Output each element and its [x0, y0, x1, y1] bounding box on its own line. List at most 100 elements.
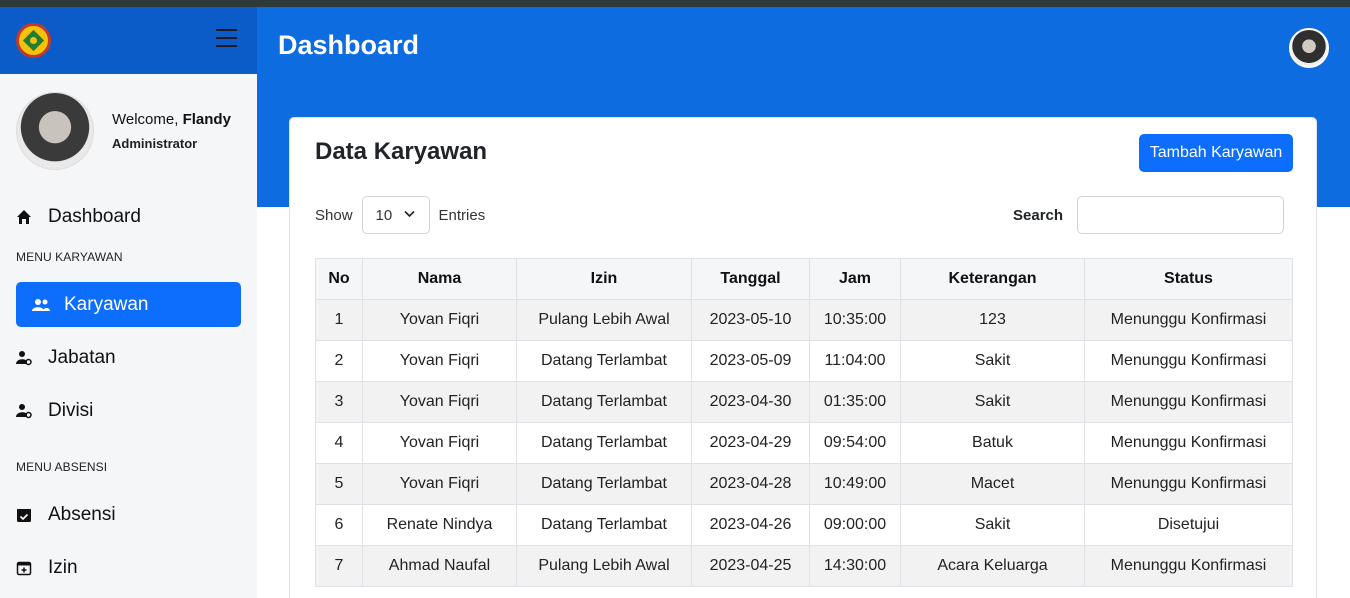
- user-role: Administrator: [112, 136, 198, 151]
- sidebar-item-dashboard[interactable]: Dashboard: [16, 194, 241, 239]
- table-row: 2 Yovan Fiqri Datang Terlambat 2023-05-0…: [315, 340, 1293, 382]
- search-label: Search: [1013, 207, 1064, 224]
- table-cell: Macet: [900, 463, 1085, 505]
- search-input[interactable]: [1077, 196, 1284, 234]
- users-icon: [32, 298, 64, 312]
- table-cell: Acara Keluarga: [900, 545, 1085, 587]
- card-title: Data Karyawan: [315, 138, 488, 165]
- table-cell: Datang Terlambat: [516, 422, 692, 464]
- table-row: 7 Ahmad Naufal Pulang Lebih Awal 2023-04…: [315, 545, 1293, 587]
- employee-table: No Nama Izin Tanggal Jam Keterangan Stat…: [315, 258, 1293, 587]
- sidebar-item-label: Divisi: [48, 399, 94, 421]
- column-header[interactable]: Keterangan: [900, 258, 1085, 300]
- table-cell: 2023-04-30: [691, 381, 810, 423]
- section-menu-absensi: MENU ABSENSI: [16, 460, 108, 474]
- table-cell: Sakit: [900, 381, 1085, 423]
- table-cell: Datang Terlambat: [516, 504, 692, 546]
- sidebar-item-absensi[interactable]: Absensi: [16, 492, 241, 537]
- table-cell: 5: [315, 463, 363, 505]
- table-row: 6 Renate Nindya Datang Terlambat 2023-04…: [315, 504, 1293, 546]
- calendar-check-icon: [16, 507, 48, 523]
- sidebar-item-jabatan[interactable]: Jabatan: [16, 335, 241, 380]
- sidebar: Welcome, Flandy Administrator Dashboard …: [0, 7, 257, 598]
- table-cell: Menunggu Konfirmasi: [1084, 545, 1293, 587]
- calendar-plus-icon: [16, 560, 48, 576]
- table-cell: Sakit: [900, 504, 1085, 546]
- page-title: Dashboard: [278, 30, 420, 60]
- table-cell: Menunggu Konfirmasi: [1084, 381, 1293, 423]
- table-row: 4 Yovan Fiqri Datang Terlambat 2023-04-2…: [315, 422, 1293, 464]
- column-header[interactable]: Nama: [362, 258, 517, 300]
- entries-select[interactable]: 10: [361, 196, 430, 234]
- column-header[interactable]: Tanggal: [691, 258, 810, 300]
- user-name: Flandy: [182, 111, 231, 128]
- table-cell: 01:35:00: [809, 381, 901, 423]
- table-cell: Pulang Lebih Awal: [516, 545, 692, 587]
- table-cell: 14:30:00: [809, 545, 901, 587]
- entries-label: Entries: [438, 206, 486, 224]
- user-gear-icon: [16, 350, 48, 366]
- data-card: Data Karyawan Tambah Karyawan Show 10 En…: [289, 117, 1317, 598]
- table-cell: 11:04:00: [809, 340, 901, 382]
- table-cell: Datang Terlambat: [516, 463, 692, 505]
- table-cell: Ahmad Naufal: [362, 545, 517, 587]
- sidebar-item-label: Dashboard: [48, 205, 141, 227]
- sidebar-item-label: Jabatan: [48, 346, 116, 368]
- logo-icon[interactable]: [16, 23, 51, 58]
- avatar[interactable]: [1289, 28, 1329, 68]
- table-cell: 2023-05-09: [691, 340, 810, 382]
- table-cell: Menunggu Konfirmasi: [1084, 463, 1293, 505]
- window-top-strip: [0, 0, 1350, 7]
- table-cell: 10:49:00: [809, 463, 901, 505]
- avatar: [16, 92, 94, 170]
- table-row: 5 Yovan Fiqri Datang Terlambat 2023-04-2…: [315, 463, 1293, 505]
- table-row: 3 Yovan Fiqri Datang Terlambat 2023-04-3…: [315, 381, 1293, 423]
- table-row: 1 Yovan Fiqri Pulang Lebih Awal 2023-05-…: [315, 299, 1293, 341]
- table-cell: Disetujui: [1084, 504, 1293, 546]
- column-header[interactable]: Izin: [516, 258, 692, 300]
- column-header[interactable]: No: [315, 258, 363, 300]
- menu-toggle-icon[interactable]: [216, 29, 237, 47]
- sidebar-item-karyawan[interactable]: Karyawan: [16, 282, 241, 327]
- sidebar-item-divisi[interactable]: Divisi: [16, 388, 241, 433]
- entries-control: Show 10 Entries: [315, 196, 485, 234]
- show-label: Show: [315, 206, 353, 224]
- section-menu-karyawan: MENU KARYAWAN: [16, 250, 123, 264]
- table-cell: 2023-04-26: [691, 504, 810, 546]
- table-cell: Pulang Lebih Awal: [516, 299, 692, 341]
- table-cell: Sakit: [900, 340, 1085, 382]
- table-cell: 2023-04-28: [691, 463, 810, 505]
- table-cell: Datang Terlambat: [516, 381, 692, 423]
- table-cell: 1: [315, 299, 363, 341]
- table-cell: 123: [900, 299, 1085, 341]
- table-cell: 09:54:00: [809, 422, 901, 464]
- table-cell: Yovan Fiqri: [362, 340, 517, 382]
- home-icon: [16, 209, 48, 225]
- sidebar-item-izin[interactable]: Izin: [16, 545, 241, 590]
- user-gear-icon: [16, 403, 48, 419]
- user-profile: Welcome, Flandy Administrator: [16, 92, 231, 170]
- column-header[interactable]: Status: [1084, 258, 1293, 300]
- add-employee-button[interactable]: Tambah Karyawan: [1139, 134, 1293, 172]
- table-cell: 10:35:00: [809, 299, 901, 341]
- table-cell: 2: [315, 340, 363, 382]
- sidebar-header: [0, 7, 257, 74]
- entries-value: 10: [375, 206, 393, 224]
- table-cell: Datang Terlambat: [516, 340, 692, 382]
- table-cell: 3: [315, 381, 363, 423]
- welcome-text: Welcome, Flandy: [112, 111, 231, 128]
- table-cell: 2023-05-10: [691, 299, 810, 341]
- table-cell: Menunggu Konfirmasi: [1084, 422, 1293, 464]
- sidebar-item-label: Absensi: [48, 503, 116, 525]
- chevron-down-icon: [403, 207, 415, 221]
- table-cell: Batuk: [900, 422, 1085, 464]
- table-cell: Menunggu Konfirmasi: [1084, 299, 1293, 341]
- table-cell: 2023-04-25: [691, 545, 810, 587]
- table-cell: Renate Nindya: [362, 504, 517, 546]
- table-cell: 7: [315, 545, 363, 587]
- column-header[interactable]: Jam: [809, 258, 901, 300]
- table-cell: Yovan Fiqri: [362, 422, 517, 464]
- table-cell: 4: [315, 422, 363, 464]
- table-cell: Yovan Fiqri: [362, 381, 517, 423]
- sidebar-item-label: Karyawan: [64, 293, 149, 315]
